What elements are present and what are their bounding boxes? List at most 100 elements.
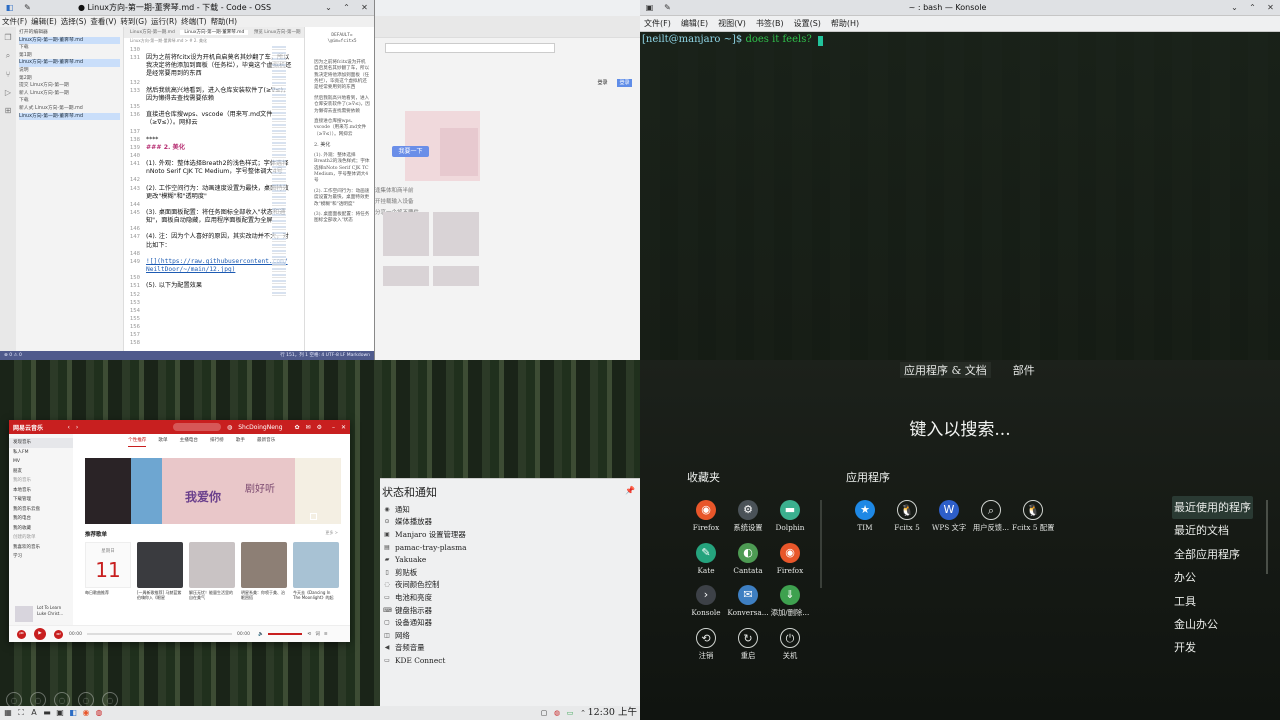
menu-selection[interactable]: 选择(S) — [61, 16, 87, 27]
menu-bookmarks[interactable]: 书签(B) — [756, 16, 784, 31]
category-item[interactable]: 最近的文档 — [1172, 519, 1253, 542]
status-problems[interactable]: ⊗ 0 ⚠ 0 — [4, 351, 22, 360]
app-launcher-icon[interactable]: ▦ — [3, 708, 13, 718]
launcher-app[interactable]: ◉ Firefox — [769, 542, 811, 575]
skin-icon[interactable]: ✿ — [295, 424, 300, 431]
editor-line[interactable]: 比如下： — [124, 242, 171, 250]
launcher-app[interactable]: ▬ Dolphin — [769, 500, 811, 532]
explorer-file[interactable]: 说明 — [19, 67, 120, 75]
battery-icon[interactable]: ▭ — [565, 708, 575, 718]
avatar[interactable]: ◍ — [227, 424, 232, 431]
playlist-card[interactable]: 今天去《Dancing In The Moonlight》的起 — [293, 542, 339, 601]
editor-line[interactable]: nNoto Serif CJK TC Medium，字号整体调大4号 — [124, 168, 283, 176]
tray-item[interactable]: ▰ Yakuake — [383, 553, 466, 566]
category-item[interactable]: 工具 — [1172, 590, 1253, 613]
editor-line[interactable]: 148 — [124, 250, 146, 258]
tab-playlists[interactable]: 歌单 — [158, 434, 167, 447]
recommend-more-link[interactable]: 更多 > — [325, 530, 338, 536]
sidebar-item[interactable]: 发现音乐 — [9, 438, 73, 448]
sidebar-item[interactable]: 我喜欢的音乐 — [9, 543, 73, 553]
sidebar-item[interactable]: 本地音乐 — [9, 486, 73, 496]
explorer-section-open-editors[interactable]: 打开的编辑器 — [19, 29, 120, 37]
editor-line[interactable]: 147 (4). 注：因为个人喜好的原因，其实改动并不大，对 — [124, 233, 289, 241]
tray-item[interactable]: ⊙ 媒体播放器 — [383, 516, 466, 529]
explorer-file[interactable]: 提交 Linux方向-第一期 — [19, 82, 120, 90]
editor-tab[interactable]: Linux方向-第一期.md — [126, 30, 179, 35]
sidebar-item[interactable]: 我的电台 — [9, 514, 73, 524]
pin-icon[interactable]: 📌 — [625, 486, 635, 495]
editor-line[interactable]: 154 — [124, 307, 146, 315]
editor-line[interactable]: 132 — [124, 79, 146, 87]
tray-item[interactable]: ▤ pamac-tray-plasma — [383, 541, 466, 554]
search-input[interactable] — [173, 423, 221, 431]
menu-view[interactable]: 查看(V) — [90, 16, 116, 27]
source-control-icon[interactable]: ⑂ — [6, 70, 11, 79]
editor-line[interactable]: 140 — [124, 152, 146, 160]
close-button[interactable]: ✕ — [359, 2, 370, 13]
code-icon[interactable]: ◧ — [68, 708, 78, 718]
minimize-button[interactable]: ⌄ — [1229, 2, 1240, 13]
editor-line[interactable]: 143 (2). 工作空间行为：动画速度设置为最快，桌面特效 — [124, 185, 289, 193]
editor-line[interactable]: 137 — [124, 128, 146, 136]
tray-item[interactable]: ▭ KDE Connect — [383, 654, 466, 667]
launcher-app[interactable]: ⟲ 注销 — [685, 627, 727, 661]
tray-item[interactable]: ▭ 电池和亮度 — [383, 591, 466, 604]
menu-edit[interactable]: 编辑(E) — [31, 16, 57, 27]
expand-tray-icon[interactable]: ⌃ — [578, 708, 588, 718]
menu-file[interactable]: 文件(F) — [2, 16, 27, 27]
menu-help[interactable]: 帮助(H) — [831, 16, 859, 31]
launcher-app[interactable]: W WPS 文字 — [928, 500, 970, 533]
editor-line[interactable]: （≥∇≤））。网抑云 — [124, 119, 198, 127]
terminal-icon[interactable]: ▣ — [55, 708, 65, 718]
explorer-folder[interactable]: 第1期 — [19, 52, 120, 60]
editor-line[interactable]: 141 (1). 外观：整体选择Breath2的浅色样式；字体选择 — [124, 160, 289, 168]
playlist-card[interactable]: [一周新歌推荐] 马赫蓝紫伯嗨你入《眼星 — [137, 542, 183, 601]
sidebar-item[interactable]: 我的收藏 — [9, 524, 73, 534]
progress-bar[interactable] — [86, 633, 232, 635]
volume-icon[interactable]: 🔈 — [258, 632, 264, 637]
netease-tray-icon[interactable]: ◍ — [552, 708, 562, 718]
editor-tab[interactable]: 预览 Linux方向-第一期 — [250, 30, 305, 35]
firefox-icon[interactable]: ◉ — [81, 708, 91, 718]
minimize-button[interactable]: ⌄ — [323, 2, 334, 13]
launcher-app[interactable]: ◉ Firefox — [685, 500, 727, 532]
tab-widgets[interactable]: 部件 — [1013, 362, 1035, 378]
category-item[interactable]: 开发 — [1172, 636, 1253, 659]
folder-icon[interactable]: ▬ — [42, 708, 52, 718]
category-item[interactable]: 金山办公 — [1172, 613, 1253, 636]
launcher-app[interactable]: ◐ Cantata — [727, 542, 769, 575]
menu-terminal[interactable]: 终端(T) — [181, 16, 206, 27]
explorer-file[interactable]: Linux方向-第一期-董霁琴.md — [19, 36, 120, 45]
playlist-card[interactable]: 星期日 11 每日歌曲推荐 — [85, 542, 131, 595]
pin-icon[interactable]: ✎ — [662, 2, 673, 13]
launcher-app[interactable]: 🐧 Fcitx 5 配置 — [1012, 500, 1054, 533]
close-button[interactable]: ✕ — [1265, 2, 1276, 13]
tab-apps-docs[interactable]: 应用程序 & 文档 — [900, 362, 991, 378]
tray-item[interactable]: ▣ Manjaro 设置管理器 — [383, 528, 466, 541]
sidebar-item[interactable]: 朋友 — [9, 467, 73, 477]
close-button[interactable]: ✕ — [341, 424, 346, 431]
launcher-app[interactable]: 🐧 Fcitx 5 — [886, 500, 928, 532]
play-button[interactable]: ▶ — [34, 628, 46, 640]
minimap[interactable] — [272, 46, 286, 296]
editor-line[interactable]: 155 — [124, 315, 146, 323]
tray-item[interactable]: ⌨ 键盘指示器 — [383, 604, 466, 617]
maximize-button[interactable]: ⌃ — [1247, 2, 1258, 13]
mail-icon[interactable]: ✉ — [306, 424, 311, 431]
taskbar-clock[interactable]: 12:30 上午 — [588, 706, 637, 720]
editor-line[interactable]: 156 — [124, 323, 146, 331]
editor-line[interactable]: 142 — [124, 176, 146, 184]
sidebar-item[interactable]: 我的音乐云盘 — [9, 505, 73, 515]
editor-line[interactable]: 149 ![](https://raw.githubusercontent.com… — [124, 258, 288, 266]
extensions-icon[interactable]: ⊞ — [5, 106, 12, 115]
category-item[interactable]: 办公 — [1172, 566, 1253, 589]
next-track-button[interactable]: ⏭ — [54, 629, 63, 639]
launcher-app[interactable]: ↻ 重启 — [727, 627, 769, 661]
launcher-app[interactable]: ✉ Konversa... — [727, 585, 769, 617]
search-icon[interactable]: ⌕ — [6, 51, 10, 61]
tray-item[interactable]: ◌ 夜间颜色控制 — [383, 579, 466, 592]
favorites-scrollbar[interactable] — [820, 500, 822, 588]
back-icon[interactable]: ‹ — [67, 424, 69, 431]
launcher-app[interactable]: › Konsole — [685, 585, 727, 617]
category-scrollbar[interactable] — [1266, 500, 1268, 574]
